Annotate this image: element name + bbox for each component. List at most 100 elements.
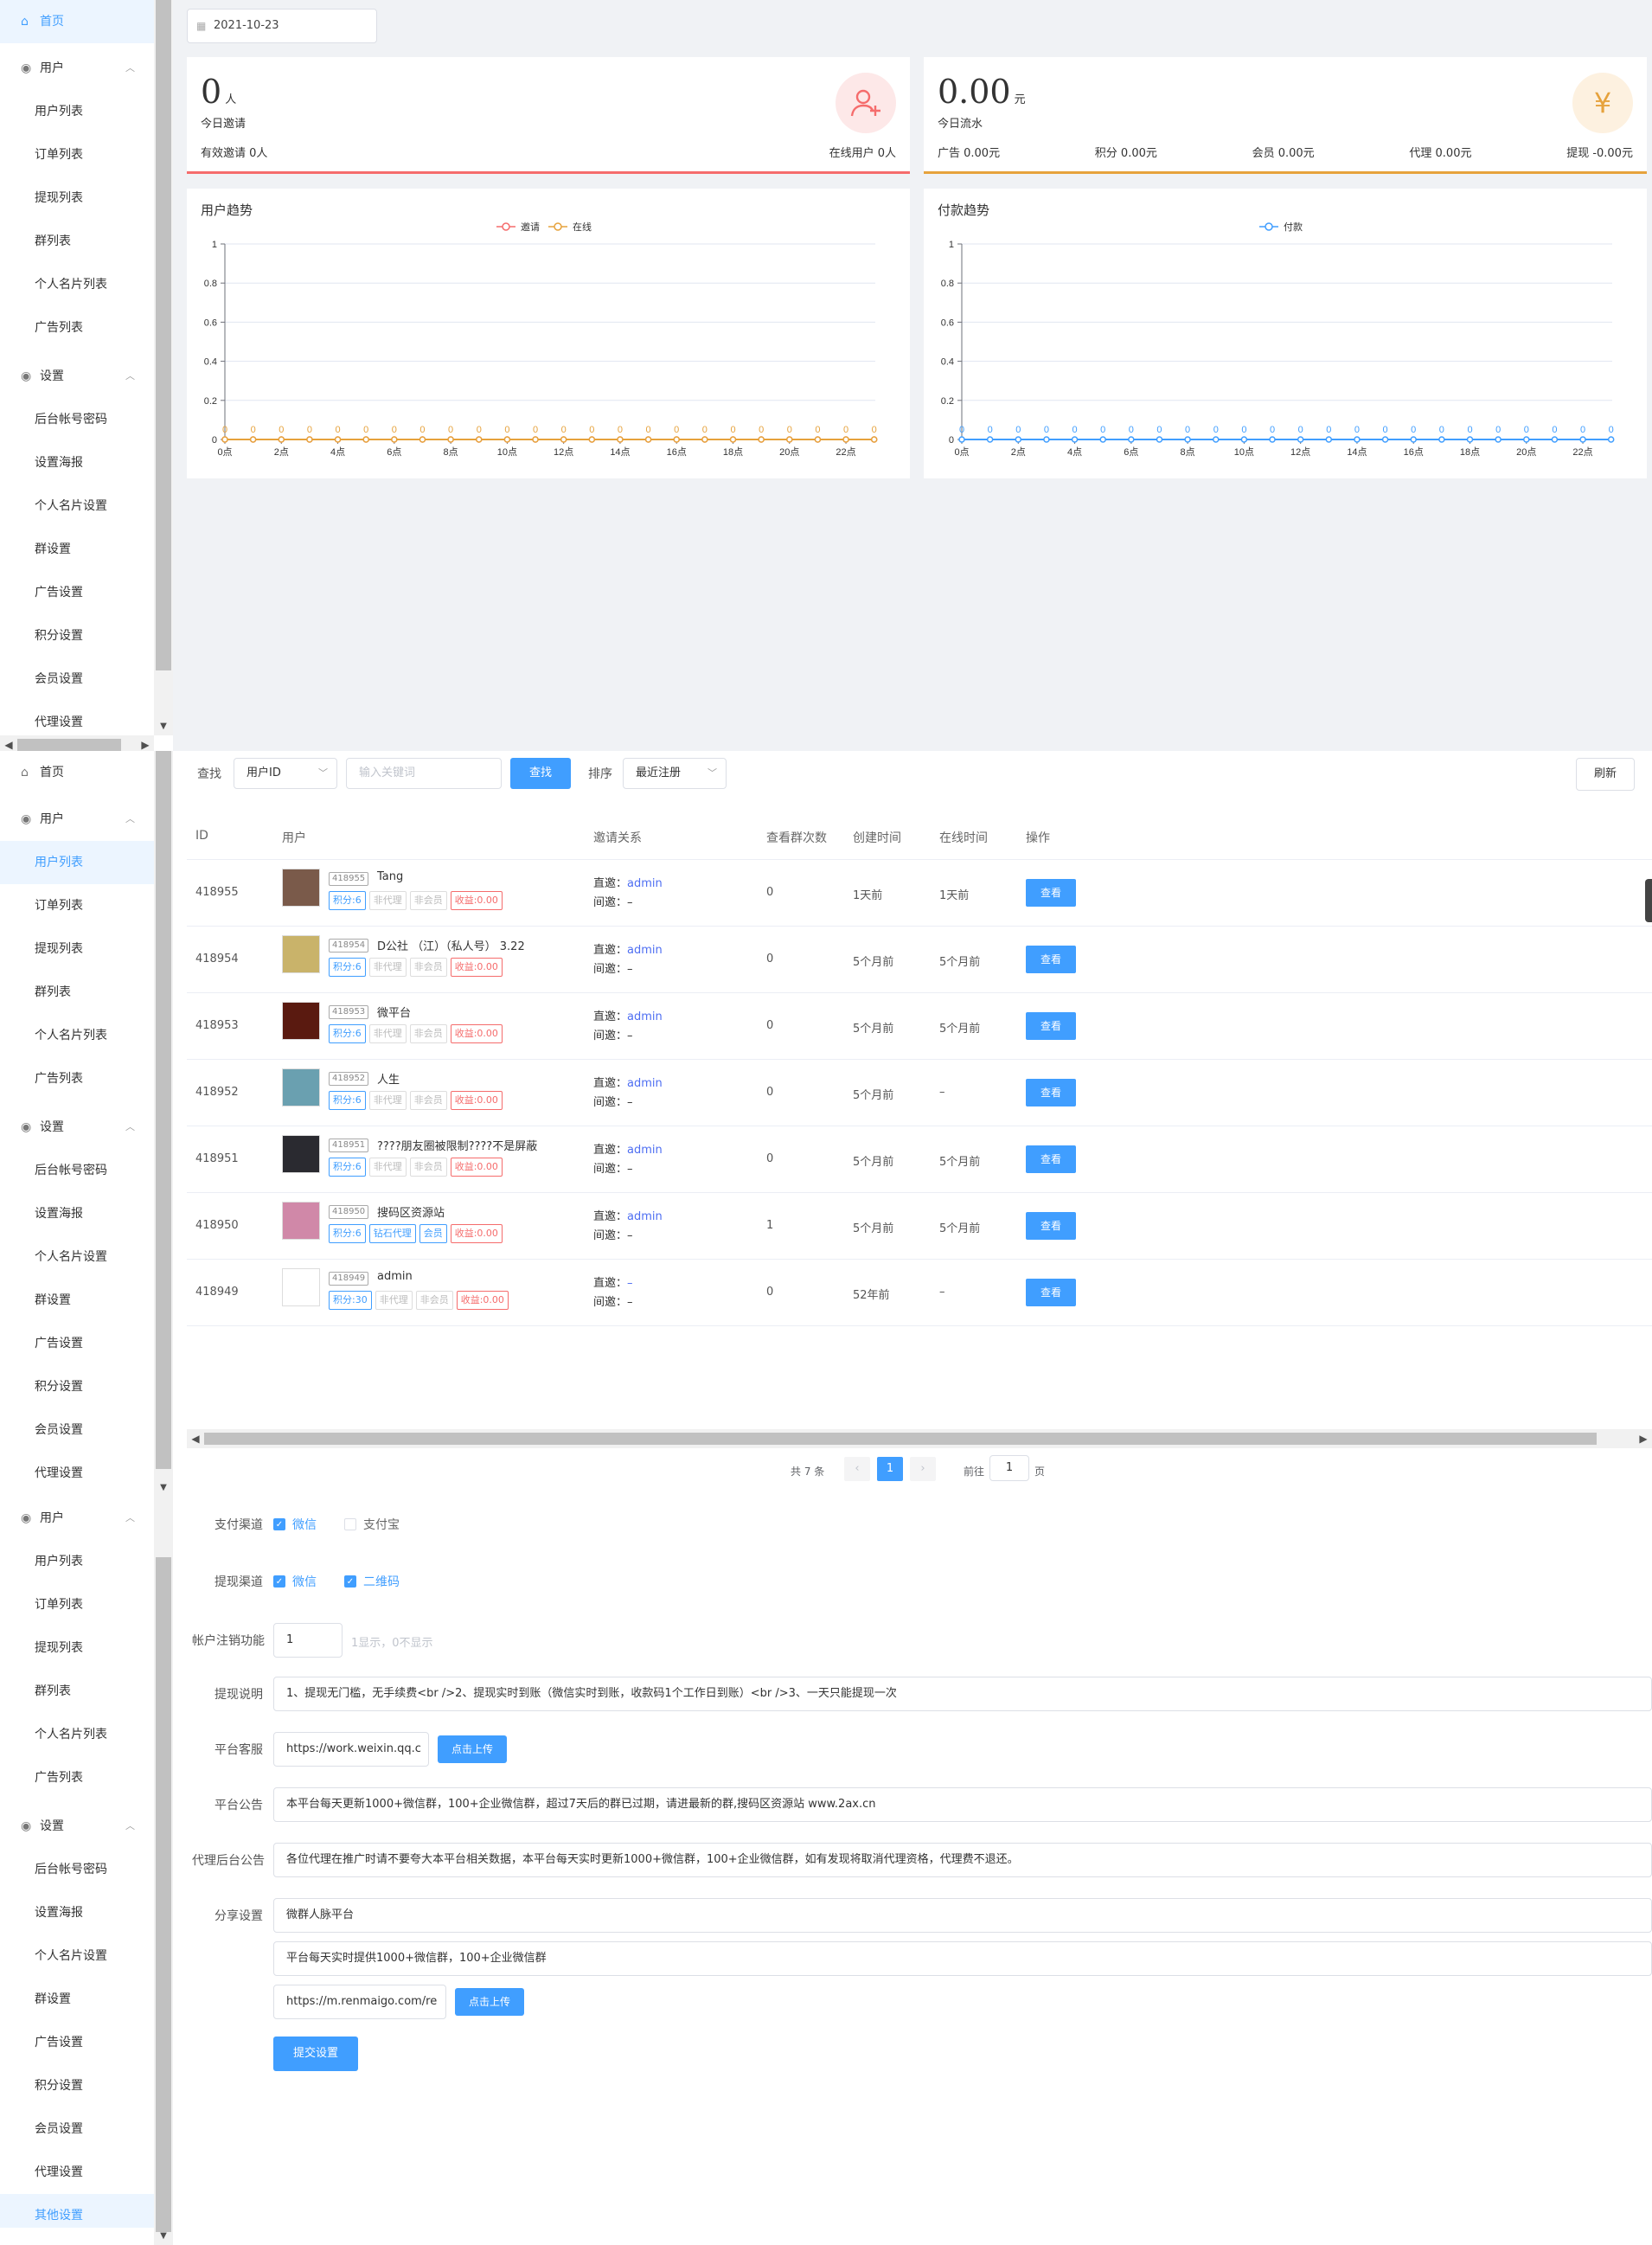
- sidebar-item-poster-settings[interactable]: 设置海报: [0, 441, 154, 484]
- search-field-select[interactable]: 用户ID ﹀: [234, 758, 337, 789]
- sidebar-item-member-settings[interactable]: 会员设置: [0, 657, 154, 701]
- sidebar-item-order-list[interactable]: 订单列表: [0, 1583, 154, 1626]
- scrollbar-thumb[interactable]: [156, 1557, 171, 2232]
- sidebar-group-users[interactable]: ◉ 用户 ︿: [0, 47, 154, 90]
- view-user-button[interactable]: 查看: [1026, 946, 1076, 973]
- scrollbar-thumb[interactable]: [17, 739, 121, 751]
- sidebar-item-user-list[interactable]: 用户列表: [0, 841, 154, 884]
- page-scroll-indicator[interactable]: [1645, 879, 1652, 922]
- view-user-button[interactable]: 查看: [1026, 1012, 1076, 1040]
- sidebar-item-ad-list[interactable]: 广告列表: [0, 1057, 154, 1100]
- sort-select[interactable]: 最近注册 ﹀: [623, 758, 727, 789]
- view-user-button[interactable]: 查看: [1026, 1212, 1076, 1240]
- service-upload-button[interactable]: 点击上传: [438, 1735, 507, 1763]
- sidebar-item-group-list[interactable]: 群列表: [0, 1670, 154, 1713]
- sidebar-item-group-list[interactable]: 群列表: [0, 220, 154, 263]
- sidebar-vertical-scrollbar[interactable]: ▼: [154, 1497, 173, 2245]
- scrollbar-thumb[interactable]: [156, 751, 171, 1469]
- sidebar-item-points-settings[interactable]: 积分设置: [0, 614, 154, 657]
- sidebar-item-member-settings[interactable]: 会员设置: [0, 1408, 154, 1452]
- sidebar-item-withdraw-list[interactable]: 提现列表: [0, 927, 154, 971]
- view-user-button[interactable]: 查看: [1026, 879, 1076, 907]
- pay-wechat-checkbox[interactable]: ✓ 微信: [273, 1516, 317, 1533]
- share-title-input[interactable]: 微群人脉平台: [273, 1898, 1652, 1933]
- sidebar-item-group-list[interactable]: 群列表: [0, 971, 154, 1014]
- sidebar-item-poster-settings[interactable]: 设置海报: [0, 1192, 154, 1235]
- sidebar-item-ad-settings[interactable]: 广告设置: [0, 571, 154, 614]
- sidebar-item-home[interactable]: ⌂ 首页: [0, 0, 154, 43]
- page-1-button[interactable]: 1: [877, 1457, 903, 1481]
- notice-input[interactable]: 本平台每天更新1000+微信群，100+企业微信群，超过7天后的群已过期，请进最…: [273, 1787, 1652, 1822]
- sidebar-item-card-list[interactable]: 个人名片列表: [0, 1713, 154, 1756]
- scroll-right-icon[interactable]: ▶: [137, 735, 154, 751]
- sidebar-item-withdraw-list[interactable]: 提现列表: [0, 1626, 154, 1670]
- sidebar-item-ad-list[interactable]: 广告列表: [0, 306, 154, 350]
- view-user-button[interactable]: 查看: [1026, 1279, 1076, 1306]
- pay-alipay-checkbox[interactable]: 支付宝: [344, 1516, 400, 1533]
- sidebar-item-order-list[interactable]: 订单列表: [0, 884, 154, 927]
- sidebar-item-ad-list[interactable]: 广告列表: [0, 1756, 154, 1799]
- sidebar-item-admin-password[interactable]: 后台帐号密码: [0, 1848, 154, 1891]
- view-user-button[interactable]: 查看: [1026, 1079, 1076, 1106]
- sidebar-group-settings[interactable]: ◉ 设置 ︿: [0, 355, 154, 398]
- sidebar-item-home[interactable]: ⌂ 首页: [0, 751, 154, 794]
- sidebar-group-users[interactable]: ◉ 用户 ︿: [0, 1497, 154, 1540]
- sidebar-item-agent-settings[interactable]: 代理设置: [0, 1452, 154, 1482]
- next-page-button[interactable]: ›: [910, 1457, 936, 1481]
- view-user-button[interactable]: 查看: [1026, 1145, 1076, 1173]
- refresh-button[interactable]: 刷新: [1576, 758, 1635, 791]
- prev-page-button[interactable]: ‹: [844, 1457, 870, 1481]
- sidebar-item-card-settings[interactable]: 个人名片设置: [0, 1934, 154, 1978]
- scroll-down-icon[interactable]: ▼: [154, 1479, 173, 1497]
- sidebar-item-group-settings[interactable]: 群设置: [0, 1279, 154, 1322]
- sidebar-group-settings[interactable]: ◉ 设置 ︿: [0, 1805, 154, 1848]
- table-horizontal-scrollbar[interactable]: ◀ ▶: [187, 1429, 1652, 1448]
- scroll-down-icon[interactable]: ▼: [154, 2228, 173, 2245]
- service-url-input[interactable]: https://work.weixin.qq.c: [273, 1732, 429, 1767]
- share-upload-button[interactable]: 点击上传: [455, 1988, 524, 2016]
- sidebar-item-ad-settings[interactable]: 广告设置: [0, 1322, 154, 1365]
- share-desc-input[interactable]: 平台每天实时提供1000+微信群，100+企业微信群: [273, 1941, 1652, 1976]
- sidebar-item-points-settings[interactable]: 积分设置: [0, 2064, 154, 2107]
- scroll-left-icon[interactable]: ◀: [0, 735, 17, 751]
- withdraw-qrcode-checkbox[interactable]: ✓ 二维码: [344, 1573, 400, 1590]
- scrollbar-thumb[interactable]: [156, 0, 171, 670]
- sidebar-item-admin-password[interactable]: 后台帐号密码: [0, 398, 154, 441]
- sidebar-vertical-scrollbar[interactable]: ▼: [154, 0, 173, 735]
- agent-notice-input[interactable]: 各位代理在推广时请不要夸大本平台相关数据，本平台每天实时更新1000+微信群，1…: [273, 1843, 1652, 1877]
- share-image-input[interactable]: https://m.renmaigo.com/re: [273, 1985, 446, 2019]
- sidebar-item-card-list[interactable]: 个人名片列表: [0, 1014, 154, 1057]
- sidebar-item-withdraw-list[interactable]: 提现列表: [0, 176, 154, 220]
- withdraw-wechat-checkbox[interactable]: ✓ 微信: [273, 1573, 317, 1590]
- sidebar-item-ad-settings[interactable]: 广告设置: [0, 2021, 154, 2064]
- sidebar-item-user-list[interactable]: 用户列表: [0, 1540, 154, 1583]
- sidebar-item-group-settings[interactable]: 群设置: [0, 1978, 154, 2021]
- sidebar-item-card-list[interactable]: 个人名片列表: [0, 263, 154, 306]
- sidebar-item-agent-settings[interactable]: 代理设置: [0, 2151, 154, 2194]
- scroll-right-icon[interactable]: ▶: [1635, 1429, 1652, 1448]
- goto-page-input[interactable]: 1: [989, 1455, 1029, 1481]
- scrollbar-thumb[interactable]: [204, 1433, 1597, 1445]
- sidebar-item-admin-password[interactable]: 后台帐号密码: [0, 1149, 154, 1192]
- sidebar-item-card-settings[interactable]: 个人名片设置: [0, 1235, 154, 1279]
- scroll-left-icon[interactable]: ◀: [187, 1429, 204, 1448]
- withdraw-note-input[interactable]: 1、提现无门槛，无手续费<br />2、提现实时到账（微信实时到账，收款码1个工…: [273, 1677, 1652, 1711]
- sidebar-horizontal-scrollbar[interactable]: ◀ ▶: [0, 735, 154, 751]
- submit-settings-button[interactable]: 提交设置: [273, 2037, 358, 2071]
- sidebar-group-users[interactable]: ◉ 用户 ︿: [0, 798, 154, 841]
- sidebar-item-user-list[interactable]: 用户列表: [0, 90, 154, 133]
- search-button[interactable]: 查找: [510, 758, 571, 789]
- sidebar-item-member-settings[interactable]: 会员设置: [0, 2107, 154, 2151]
- sidebar-item-poster-settings[interactable]: 设置海报: [0, 1891, 154, 1934]
- sidebar-item-group-settings[interactable]: 群设置: [0, 528, 154, 571]
- sidebar-vertical-scrollbar[interactable]: ▼: [154, 751, 173, 1497]
- sidebar-item-card-settings[interactable]: 个人名片设置: [0, 484, 154, 528]
- keyword-input[interactable]: 输入关键词: [346, 758, 502, 789]
- account-cancel-input[interactable]: 1: [273, 1623, 343, 1658]
- sidebar-item-other-settings[interactable]: 其他设置: [0, 2194, 154, 2228]
- sidebar-item-order-list[interactable]: 订单列表: [0, 133, 154, 176]
- date-picker[interactable]: ▦ 2021-10-23: [187, 9, 377, 43]
- sidebar-item-points-settings[interactable]: 积分设置: [0, 1365, 154, 1408]
- sidebar-group-settings[interactable]: ◉ 设置 ︿: [0, 1106, 154, 1149]
- sidebar-item-agent-settings[interactable]: 代理设置: [0, 701, 154, 735]
